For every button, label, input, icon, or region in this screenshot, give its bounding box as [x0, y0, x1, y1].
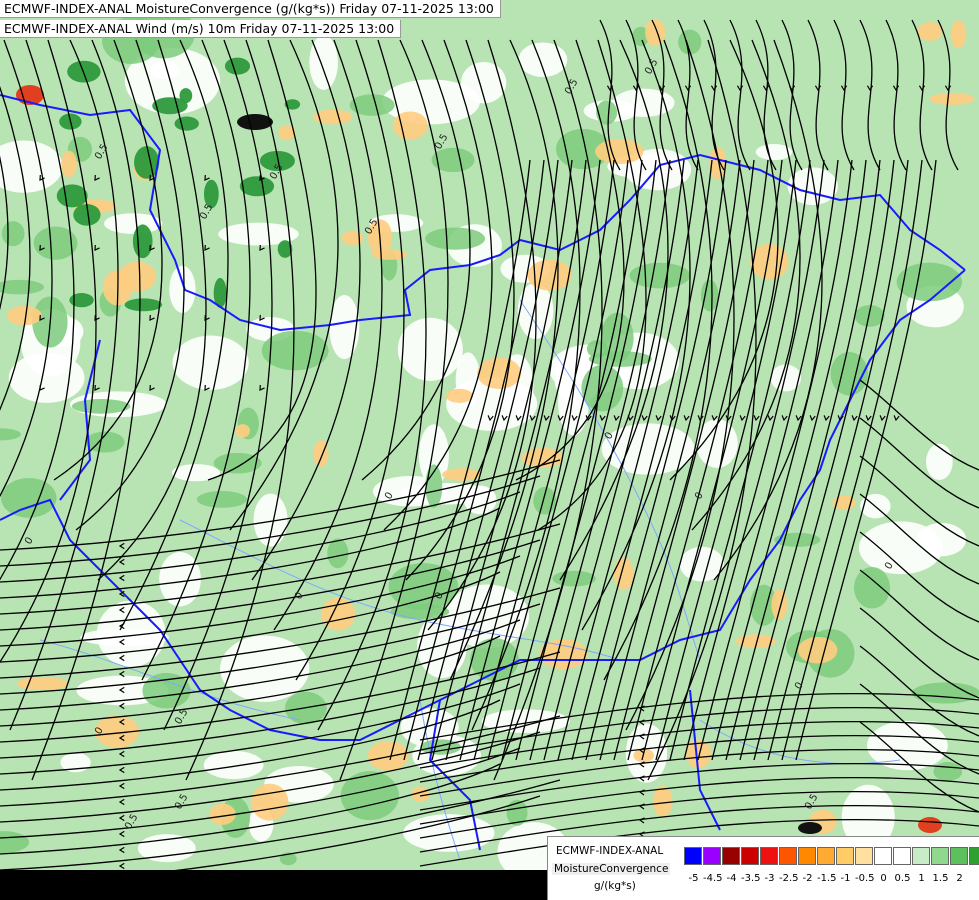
calm-patch — [203, 750, 264, 780]
convergence-patch — [1, 478, 57, 518]
legend-swatch — [684, 847, 702, 865]
map-background — [0, 0, 979, 900]
legend-swatch — [741, 847, 759, 865]
divergence-patch — [797, 636, 838, 664]
map-stage: 0.5 0.5 0.5 0.5 0.5 0.5 0.5 0 0 0 0 0 0 0.5 0.5 0 0.5 0.5… — [0, 0, 979, 900]
legend-swatch — [950, 847, 968, 865]
convergence-patch — [196, 491, 248, 508]
convergence-patch — [596, 100, 618, 125]
extreme-patch — [237, 114, 273, 130]
convergence-patch — [470, 638, 519, 682]
divergence-patch — [652, 785, 673, 817]
divergence-patch — [61, 150, 77, 178]
strong-convergence-patch — [179, 88, 193, 104]
legend-swatches — [684, 847, 979, 865]
legend-tick: -3 — [764, 873, 775, 884]
convergence-fill-layer — [0, 0, 979, 900]
legend-tick: -2 — [802, 873, 813, 884]
moisture-title: ECMWF-INDEX-ANAL MoistureConvergence (g/… — [0, 0, 501, 18]
calm-patch — [926, 443, 953, 480]
legend-swatch — [798, 847, 816, 865]
legend-tick: -3.5 — [741, 873, 761, 884]
calm-patch — [916, 522, 967, 557]
legend-swatch — [779, 847, 797, 865]
calm-patch — [601, 423, 695, 475]
legend-tick: -5 — [688, 873, 699, 884]
divergence-patch — [341, 230, 364, 246]
legend-swatch — [931, 847, 949, 865]
convergence-patch — [340, 771, 399, 821]
legend-tick: 0 — [880, 873, 887, 884]
legend-swatch — [893, 847, 911, 865]
wind-title: ECMWF-INDEX-ANAL Wind (m/s) 10m Friday 0… — [0, 20, 402, 38]
divergence-patch — [392, 111, 428, 140]
strong-convergence-patch — [132, 224, 153, 259]
divergence-patch — [445, 388, 473, 403]
legend-swatch — [855, 847, 873, 865]
legend-swatch — [703, 847, 721, 865]
strong-divergence-patch — [918, 817, 942, 833]
divergence-patch — [645, 18, 666, 47]
calm-patch — [518, 42, 568, 78]
strong-convergence-patch — [56, 184, 88, 208]
calm-patch — [787, 167, 838, 206]
strong-convergence-patch — [124, 298, 163, 312]
convergence-patch — [425, 227, 486, 250]
legend-tick: 0.5 — [894, 873, 911, 884]
convergence-patch — [552, 570, 596, 587]
convergence-patch — [933, 762, 963, 782]
legend-tick: -1.5 — [817, 873, 837, 884]
legend-swatch — [722, 847, 740, 865]
divergence-patch — [367, 740, 409, 771]
convergence-patch — [853, 566, 891, 609]
legend-unit: g/(kg*s) — [594, 880, 636, 892]
calm-patch — [397, 317, 463, 381]
divergence-patch — [16, 676, 69, 691]
legend-tick: -4 — [726, 873, 737, 884]
strong-convergence-patch — [239, 176, 275, 197]
legend-swatch — [817, 847, 835, 865]
legend-swatch — [912, 847, 930, 865]
divergence-patch — [251, 783, 289, 821]
divergence-patch — [613, 557, 634, 590]
legend-tick: 1 — [918, 873, 925, 884]
legend-model: ECMWF-INDEX-ANAL — [556, 845, 664, 857]
calm-patch — [172, 335, 249, 390]
legend-tick: -0.5 — [855, 873, 875, 884]
legend-tick: -2.5 — [779, 873, 799, 884]
moisture-convergence-map: 0.50.50.50.50.50.50.500 00000.50.500.50.5… — [0, 0, 979, 900]
legend-tick: -1 — [840, 873, 851, 884]
strong-convergence-patch — [224, 57, 251, 75]
legend-swatch — [836, 847, 854, 865]
legend-tick: 1.5 — [932, 873, 949, 884]
legend-tick: 2 — [956, 873, 963, 884]
convergence-patch — [349, 94, 395, 116]
legend-swatch — [969, 847, 979, 865]
divergence-patch — [477, 357, 522, 389]
legend-swatch — [760, 847, 778, 865]
strong-convergence-patch — [174, 116, 199, 131]
convergence-patch — [854, 305, 885, 327]
divergence-patch — [118, 261, 157, 292]
convergence-patch — [71, 399, 131, 414]
strong-convergence-patch — [69, 293, 94, 308]
legend-swatch — [874, 847, 892, 865]
legend-tick: -4.5 — [703, 873, 723, 884]
divergence-patch — [235, 424, 251, 438]
calm-patch — [169, 265, 196, 313]
color-legend: ECMWF-INDEX-ANAL MoistureConvergence g/(… — [547, 836, 979, 900]
divergence-patch — [929, 92, 975, 105]
legend-ticks: -5 -4.5 -4 -3.5 -3 -2.5 -2 -1.5 -1 -0.5 0 0.5 1 1.5 2 — [684, 873, 969, 884]
divergence-patch — [771, 589, 788, 621]
divergence-patch — [209, 803, 236, 825]
divergence-patch — [917, 22, 943, 41]
legend-parameter: MoistureConvergence — [552, 863, 671, 875]
extreme-patch — [798, 822, 822, 834]
convergence-patch — [1, 221, 25, 247]
convergence-patch — [700, 279, 719, 312]
divergence-patch — [950, 20, 967, 49]
